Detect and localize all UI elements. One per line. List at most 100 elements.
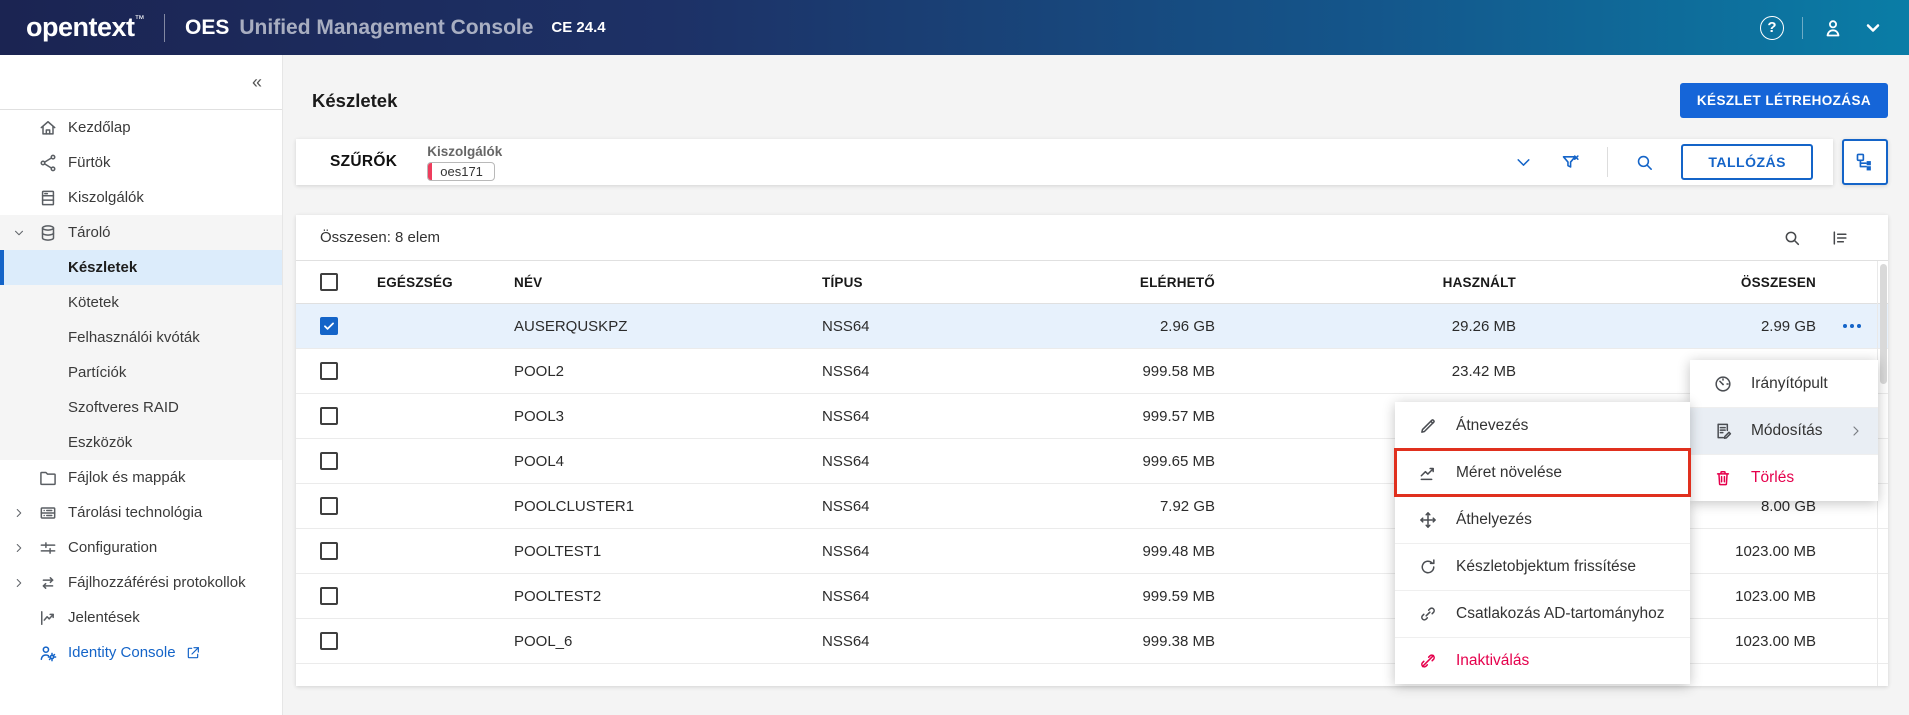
pool-name-cell: POOLCLUSTER1: [514, 497, 635, 515]
sidebar-item-tarolasi-technologia[interactable]: Tárolási technológia: [0, 495, 282, 530]
product-subtitle: Unified Management Console: [239, 15, 534, 39]
trend-up-icon: [1418, 463, 1456, 483]
sidebar-item-label: Partíciók: [68, 364, 127, 381]
column-header-használt[interactable]: HASZNÁLT: [1215, 275, 1516, 290]
filter-divider: [1607, 147, 1609, 177]
health-cell: [364, 633, 514, 650]
column-header-egészség[interactable]: EGÉSZSÉG: [364, 275, 514, 290]
browse-button[interactable]: TALLÓZÁS: [1681, 144, 1813, 180]
sidebar-item-tarolo[interactable]: Tároló: [0, 215, 282, 250]
submenu-item-inaktiválás[interactable]: Inaktiválás: [1395, 637, 1690, 684]
row-checkbox[interactable]: [320, 317, 338, 335]
column-header-név[interactable]: NÉV: [514, 275, 822, 290]
sidebar-item-kotetek[interactable]: Kötetek: [0, 285, 282, 320]
sidebar-item-configuration[interactable]: Configuration: [0, 530, 282, 565]
sidebar-item-furtok[interactable]: Fürtök: [0, 145, 282, 180]
topbar-actions: ?: [1760, 15, 1883, 40]
rack-icon: [38, 503, 68, 523]
row-checkbox[interactable]: [320, 362, 338, 380]
sidebar-item-kiszolgalok[interactable]: Kiszolgálók: [0, 180, 282, 215]
clear-filter-icon[interactable]: [1560, 152, 1581, 173]
table-row[interactable]: AUSERQUSKPZ NSS64 2.96 GB 29.26 MB 2.99 GB: [296, 304, 1888, 349]
row-checkbox[interactable]: [320, 542, 338, 560]
create-pool-button[interactable]: KÉSZLET LÉTREHOZÁSA: [1679, 83, 1888, 118]
menu-item-label: Készletobjektum frissítése: [1456, 558, 1637, 575]
list-settings-icon[interactable]: [1830, 228, 1850, 248]
top-bar: opentext™ OES Unified Management Console…: [0, 0, 1909, 55]
collapse-sidebar-button[interactable]: «: [252, 72, 262, 93]
sidebar-item-label: Kezdőlap: [68, 119, 131, 136]
menu-item-módosítás[interactable]: Módosítás: [1690, 407, 1878, 454]
folder-icon: [38, 468, 68, 488]
search-icon[interactable]: [1782, 228, 1802, 248]
modify-submenu: Átnevezés Méret növelése Áthelyezés Készlet…: [1394, 402, 1691, 684]
column-header-elérhető[interactable]: ELÉRHETŐ: [1072, 275, 1215, 290]
submenu-item-csatlakozás-ad-tartományhoz[interactable]: Csatlakozás AD-tartományhoz: [1395, 590, 1690, 637]
sidebar-item-fajlok-es-mappak[interactable]: Fájlok és mappák: [0, 460, 282, 495]
row-checkbox[interactable]: [320, 632, 338, 650]
menu-item-label: Módosítás: [1751, 422, 1823, 439]
tree-view-button[interactable]: [1842, 139, 1888, 185]
used-cell: 29.26 MB: [1451, 317, 1516, 335]
column-header-összesen[interactable]: ÖSSZESEN: [1516, 275, 1816, 290]
row-checkbox[interactable]: [320, 407, 338, 425]
edit-doc-icon: [1713, 421, 1751, 441]
row-more-actions-icon[interactable]: [1840, 314, 1864, 338]
submenu-item-méret-növelése[interactable]: Méret növelése: [1394, 448, 1691, 497]
gauge-icon: [1713, 374, 1751, 394]
menu-item-irányítópult[interactable]: Irányítópult: [1690, 360, 1878, 407]
pool-type-cell: NSS64: [822, 407, 870, 425]
sidebar-item-particiok[interactable]: Partíciók: [0, 355, 282, 390]
sidebar-item-label: Kötetek: [68, 294, 119, 311]
sidebar-item-eszkozok[interactable]: Eszközök: [0, 425, 282, 460]
sidebar-item-jelentesek[interactable]: Jelentések: [0, 600, 282, 635]
submenu-item-készletobjektum-frissítése[interactable]: Készletobjektum frissítése: [1395, 543, 1690, 590]
sidebar-item-felhasznaloi-kvotak[interactable]: Felhasználói kvóták: [0, 320, 282, 355]
pool-type-cell: NSS64: [822, 362, 870, 380]
menu-item-törlés[interactable]: Törlés: [1690, 454, 1878, 501]
sidebar-item-fajlhozzaferesi-protokollok[interactable]: Fájlhozzáférési protokollok: [0, 565, 282, 600]
row-actions-cell: [1816, 314, 1864, 338]
row-checkbox[interactable]: [320, 587, 338, 605]
row-checkbox[interactable]: [320, 452, 338, 470]
submenu-item-áthelyezés[interactable]: Áthelyezés: [1395, 496, 1690, 543]
opentext-logo: opentext™: [26, 12, 145, 42]
menu-item-label: Irányítópult: [1751, 374, 1828, 392]
pool-name-cell: AUSERQUSKPZ: [514, 317, 628, 335]
chevron-down-icon[interactable]: [1863, 18, 1883, 38]
available-cell: 999.48 MB: [1142, 542, 1215, 560]
select-all-checkbox[interactable]: [320, 273, 338, 291]
table-scrollbar[interactable]: [1877, 261, 1888, 686]
sidebar-item-label: Felhasználói kvóták: [68, 329, 200, 346]
row-checkbox[interactable]: [320, 497, 338, 515]
pool-name-cell: POOLTEST1: [514, 542, 602, 560]
servers-icon: [38, 188, 68, 208]
pool-type-cell: NSS64: [822, 452, 870, 470]
chevron-right-icon[interactable]: [12, 541, 38, 555]
sidebar-item-keszletek[interactable]: Készletek: [0, 250, 282, 285]
version-badge: CE 24.4: [551, 19, 606, 36]
available-cell: 999.65 MB: [1142, 452, 1215, 470]
chevron-down-icon[interactable]: [1513, 152, 1534, 173]
user-icon[interactable]: [1821, 16, 1845, 40]
chevron-right-icon[interactable]: [12, 506, 38, 520]
reports-icon: [38, 608, 68, 628]
sidebar-item-kezdolap[interactable]: Kezdőlap: [0, 110, 282, 145]
chevron-down-icon[interactable]: [12, 226, 38, 240]
sidebar-item-szoftveres-raid[interactable]: Szoftveres RAID: [0, 390, 282, 425]
filter-chip[interactable]: oes171: [427, 161, 495, 181]
column-header-típus[interactable]: TÍPUS: [822, 275, 1072, 290]
search-icon[interactable]: [1634, 152, 1655, 173]
sidebar-item-identity-console[interactable]: Identity Console: [0, 635, 282, 670]
table-row[interactable]: POOL2 NSS64 999.58 MB 23.42 MB: [296, 349, 1888, 394]
submenu-item-átnevezés[interactable]: Átnevezés: [1395, 402, 1690, 449]
sidebar-item-label: Tároló: [68, 224, 111, 241]
scrollbar-thumb[interactable]: [1879, 264, 1887, 384]
table-summary: Összesen: 8 elem: [320, 229, 441, 246]
chevron-right-icon[interactable]: [12, 576, 38, 590]
topbar-divider: [1802, 16, 1803, 39]
help-icon[interactable]: ?: [1760, 15, 1784, 40]
row-context-menu: Irányítópult Módosítás Törlés: [1690, 360, 1878, 501]
chip-label: oes171: [440, 163, 483, 179]
available-cell: 999.58 MB: [1142, 362, 1215, 380]
